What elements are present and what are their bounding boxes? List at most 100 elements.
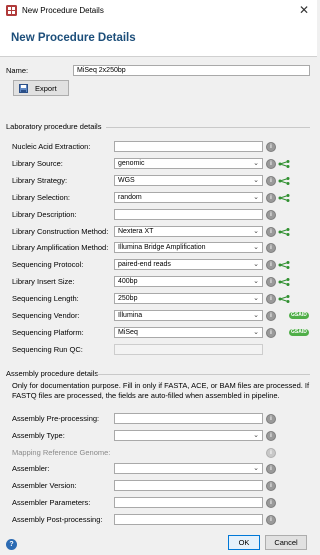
nucleic-acid-extraction-label: Nucleic Acid Extraction:: [12, 142, 91, 151]
assembly-pre-processing-label: Assembly Pre-processing:: [12, 414, 100, 423]
export-label: Export: [35, 84, 57, 93]
info-icon: i: [266, 447, 276, 458]
info-icon[interactable]: i: [266, 192, 276, 203]
info-icon[interactable]: i: [266, 209, 276, 220]
sequencing-length-value: 250bp: [118, 295, 138, 303]
sequencing-vendor-select[interactable]: Illumina ⌄: [114, 310, 263, 321]
sequencing-protocol-select[interactable]: paired-end reads ⌄: [114, 259, 263, 271]
chevron-down-icon: ⌄: [253, 295, 259, 303]
chevron-down-icon: ⌄: [253, 176, 259, 184]
chevron-down-icon: ⌄: [253, 227, 259, 235]
library-construction-method-value: Nextera XT: [118, 227, 154, 235]
name-input[interactable]: MiSeq 2x250bp: [73, 65, 310, 76]
library-strategy-select[interactable]: WGS ⌄: [114, 174, 263, 186]
info-icon[interactable]: i: [266, 327, 276, 338]
info-icon[interactable]: i: [266, 481, 276, 492]
chevron-down-icon: ⌄: [253, 159, 259, 167]
mapping-reference-genome-label: Mapping Reference Genome:: [12, 447, 111, 457]
library-insert-size-select[interactable]: 400bp ⌄: [114, 276, 263, 288]
ok-button[interactable]: OK: [228, 535, 260, 550]
info-icon[interactable]: i: [266, 226, 276, 237]
sequencing-length-label: Sequencing Length:: [12, 294, 79, 304]
assembler-label: Assembler:: [12, 464, 50, 474]
gisaid-badge: GSAID: [289, 328, 309, 336]
library-description-label: Library Description:: [12, 209, 77, 219]
assembly-post-processing-input[interactable]: [114, 513, 263, 525]
share-icon[interactable]: [278, 261, 290, 270]
assembler-parameters-input[interactable]: [114, 497, 263, 508]
info-icon[interactable]: i: [266, 464, 276, 475]
sequencing-platform-select[interactable]: MiSeq ⌄: [114, 326, 263, 338]
assembly-pre-processing-input[interactable]: [114, 413, 263, 424]
info-icon[interactable]: i: [266, 514, 276, 525]
nucleic-acid-extraction-input[interactable]: [114, 141, 263, 152]
chevron-down-icon: ⌄: [253, 431, 259, 439]
page-title: New Procedure Details: [11, 32, 136, 44]
info-icon[interactable]: i: [266, 311, 276, 321]
info-icon[interactable]: i: [266, 430, 276, 441]
app-icon: [6, 5, 17, 16]
info-icon[interactable]: i: [266, 158, 276, 169]
share-icon[interactable]: [278, 193, 290, 202]
sequencing-protocol-label: Sequencing Protocol:: [12, 260, 84, 270]
assembly-note: Only for documentation purpose. Fill in …: [12, 381, 310, 400]
sequencing-length-select[interactable]: 250bp ⌄: [114, 293, 263, 305]
info-icon[interactable]: i: [266, 142, 276, 152]
export-button[interactable]: Export: [13, 80, 69, 96]
share-icon[interactable]: [278, 278, 290, 287]
info-icon[interactable]: i: [266, 175, 276, 186]
chevron-down-icon: ⌄: [253, 261, 259, 269]
library-description-input[interactable]: [114, 208, 263, 220]
info-icon[interactable]: i: [266, 498, 276, 508]
chevron-down-icon: ⌄: [253, 465, 259, 473]
info-icon[interactable]: i: [266, 414, 276, 424]
lab-section-divider: [106, 127, 310, 128]
export-icon: [19, 84, 28, 93]
assembly-post-processing-label: Assembly Post-processing:: [12, 514, 103, 524]
share-icon[interactable]: [278, 295, 290, 304]
library-selection-select[interactable]: random ⌄: [114, 191, 263, 203]
library-strategy-value: WGS: [118, 176, 135, 184]
library-insert-size-value: 400bp: [118, 278, 138, 286]
window-title: New Procedure Details: [22, 6, 104, 15]
info-icon[interactable]: i: [266, 243, 276, 254]
library-source-value: genomic: [118, 159, 145, 167]
info-icon[interactable]: i: [266, 277, 276, 288]
sequencing-run-qc-input: [114, 343, 263, 355]
sequencing-platform-value: MiSeq: [118, 328, 138, 336]
assembler-version-input[interactable]: [114, 480, 263, 492]
chevron-down-icon: ⌄: [253, 193, 259, 201]
gisaid-badge: GSAID: [289, 312, 309, 319]
assembler-parameters-label: Assembler Parameters:: [12, 498, 91, 507]
info-icon[interactable]: i: [266, 260, 276, 271]
library-construction-method-label: Library Construction Method:: [12, 226, 109, 236]
assembler-version-label: Assembler Version:: [12, 481, 77, 491]
library-amplification-method-label: Library Amplification Method:: [12, 243, 109, 253]
assembly-section-divider: [97, 374, 310, 375]
assembly-type-label: Assembly Type:: [12, 430, 65, 440]
chevron-down-icon: ⌄: [253, 312, 259, 319]
library-source-select[interactable]: genomic ⌄: [114, 157, 263, 169]
chevron-down-icon: ⌄: [253, 328, 259, 336]
library-amplification-method-select[interactable]: Illumina Bridge Amplification ⌄: [114, 242, 263, 254]
library-insert-size-label: Library Insert Size:: [12, 277, 75, 287]
assembly-section-title: Assembly procedure details: [6, 369, 99, 378]
info-icon[interactable]: i: [266, 294, 276, 305]
lab-section-title: Laboratory procedure details: [6, 122, 102, 131]
sequencing-run-qc-label: Sequencing Run QC:: [12, 344, 83, 354]
close-icon[interactable]: ✕: [295, 2, 313, 19]
assembly-type-select[interactable]: ⌄: [114, 429, 263, 441]
assembler-select[interactable]: ⌄: [114, 463, 263, 475]
library-construction-method-select[interactable]: Nextera XT ⌄: [114, 225, 263, 237]
sequencing-protocol-value: paired-end reads: [118, 261, 171, 269]
share-icon[interactable]: [278, 227, 290, 236]
library-selection-value: random: [118, 193, 142, 201]
chevron-down-icon: ⌄: [253, 244, 259, 252]
share-icon[interactable]: [278, 159, 290, 168]
sequencing-platform-label: Sequencing Platform:: [12, 327, 84, 337]
cancel-button[interactable]: Cancel: [265, 535, 307, 550]
library-source-label: Library Source:: [12, 158, 63, 168]
share-icon[interactable]: [278, 176, 290, 185]
library-selection-label: Library Selection:: [12, 192, 70, 202]
help-icon[interactable]: ?: [6, 539, 17, 550]
